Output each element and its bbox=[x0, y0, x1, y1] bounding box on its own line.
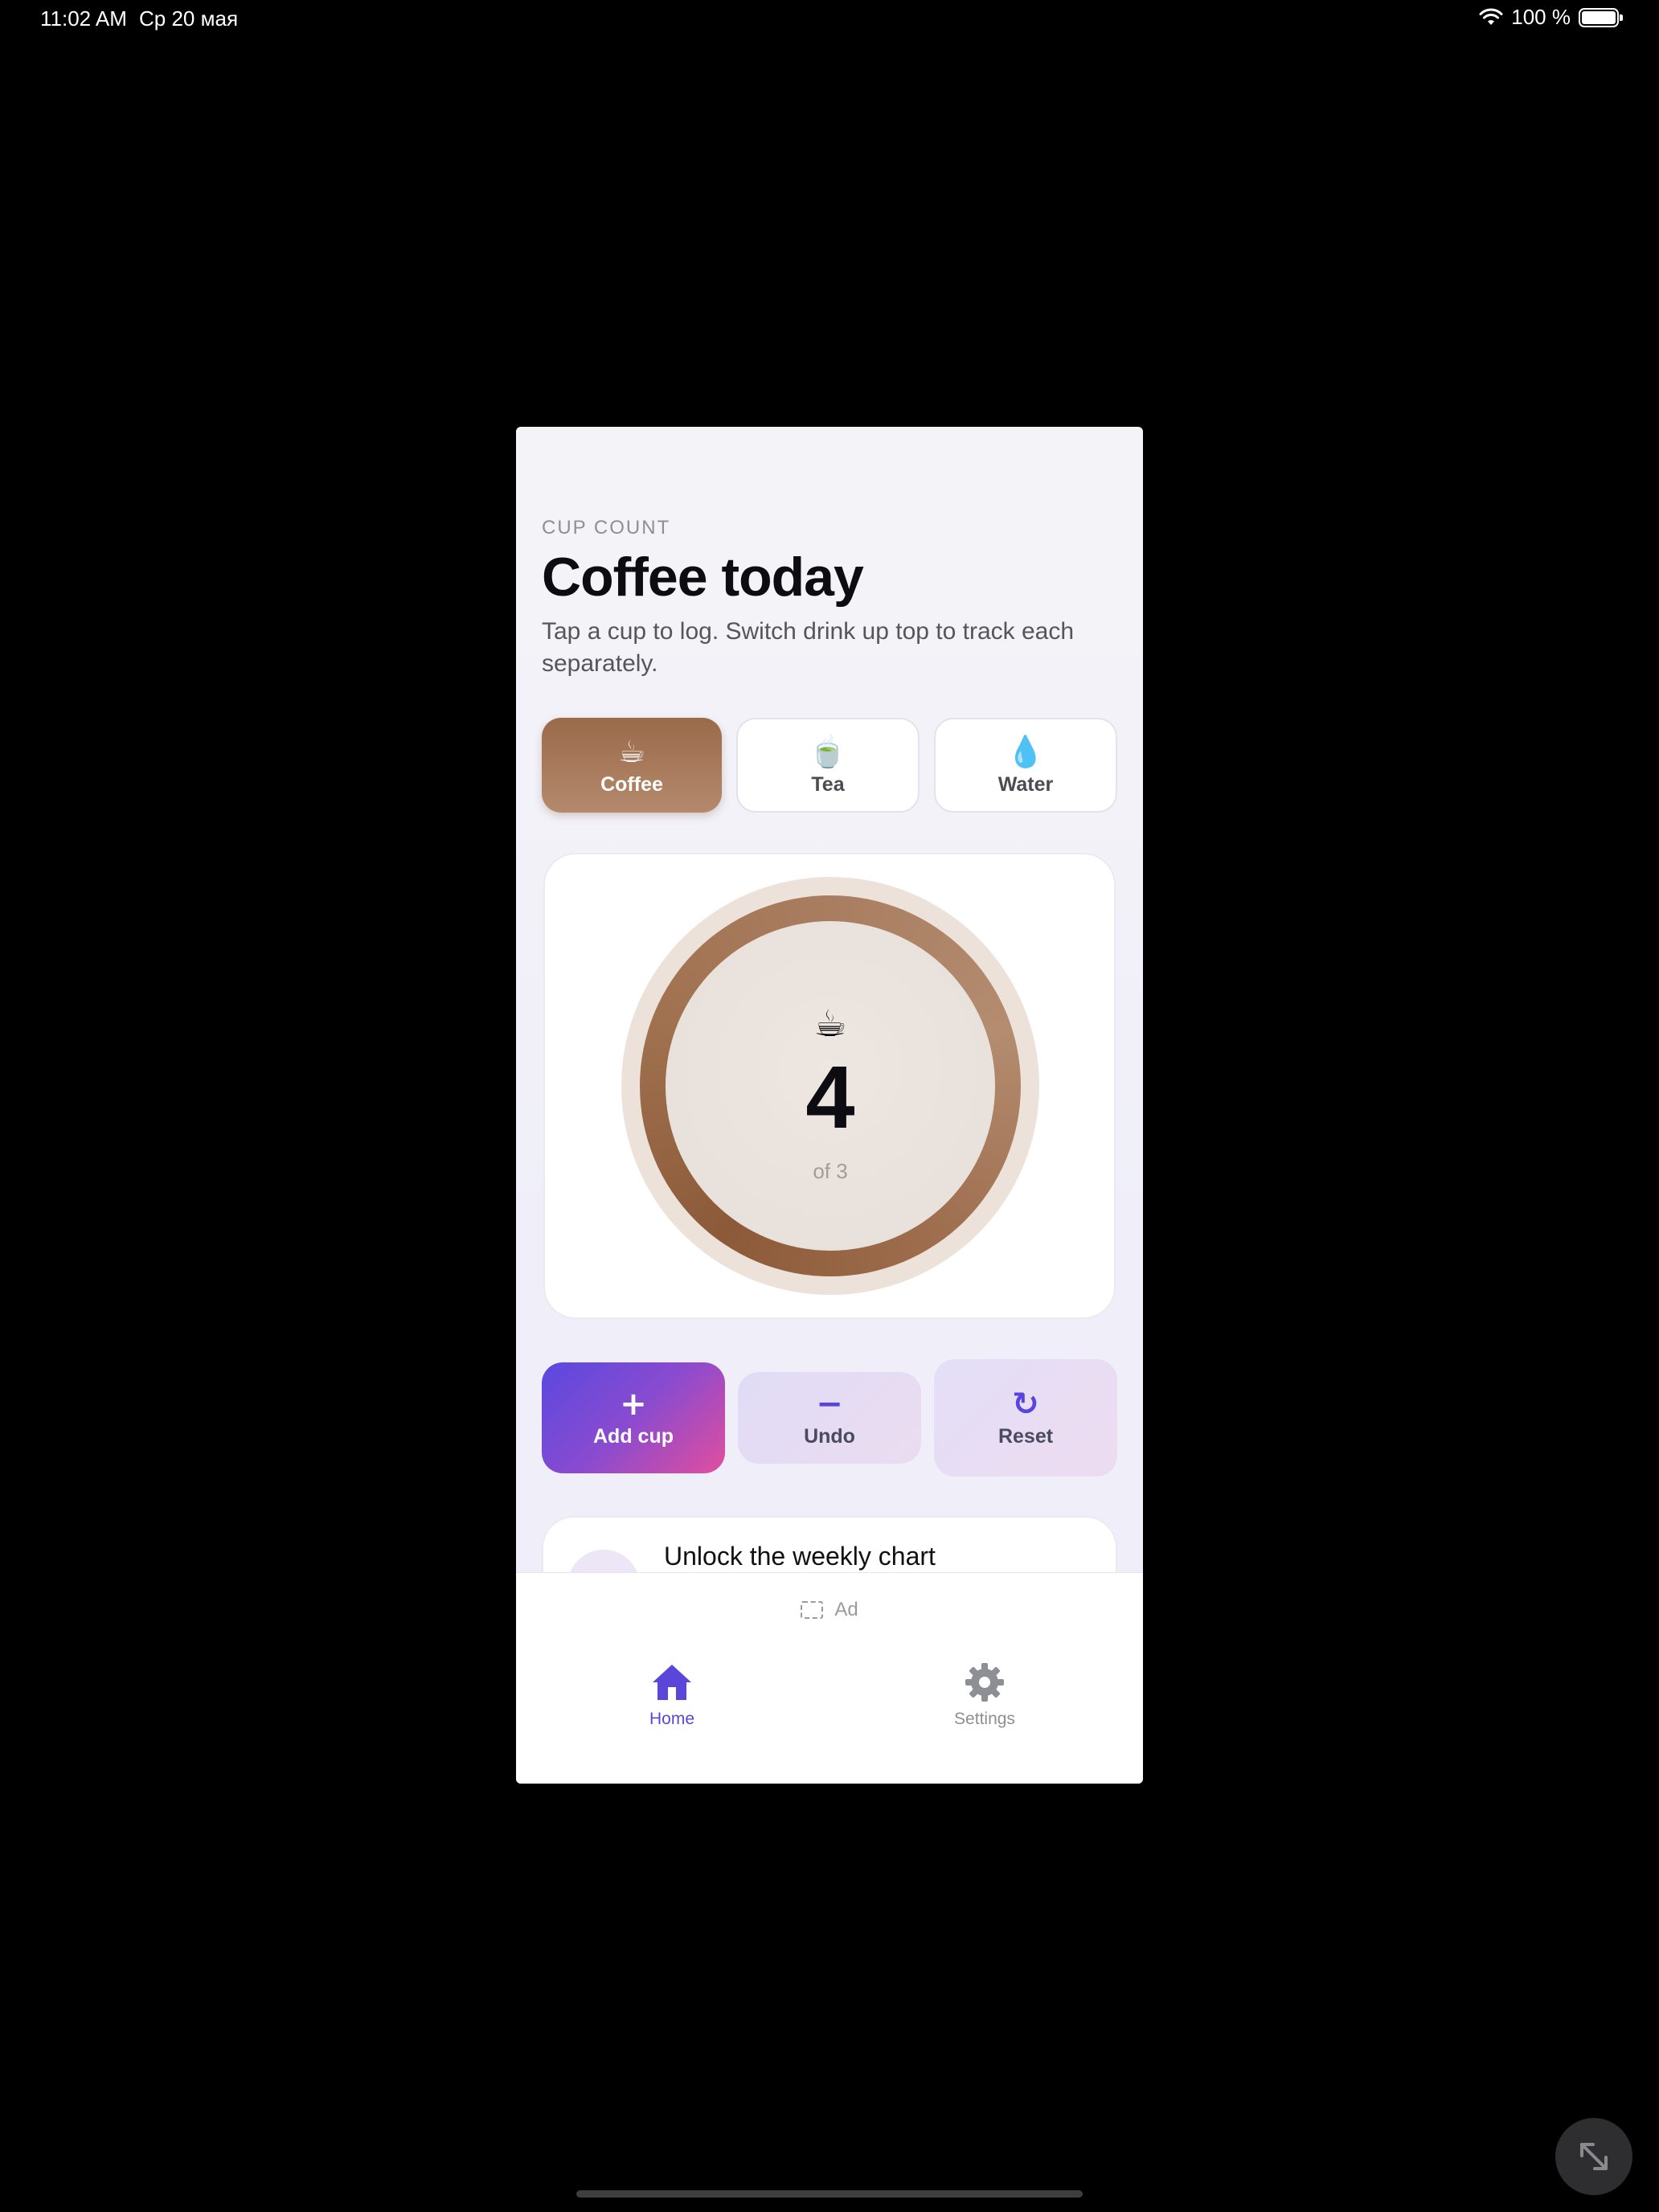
reset-arrow-icon: ↻ bbox=[1012, 1385, 1039, 1423]
counter-card: ☕ 4 of 3 bbox=[543, 853, 1116, 1319]
drink-tab-tea[interactable]: 🍵 Tea bbox=[736, 718, 920, 813]
home-scroll-area[interactable]: CUP COUNT Coffee today Tap a cup to log.… bbox=[516, 427, 1143, 1572]
ad-banner[interactable]: Ad bbox=[516, 1599, 1143, 1621]
drink-tab-coffee[interactable]: ☕ Coffee bbox=[542, 718, 722, 813]
cup-goal-text: of 3 bbox=[813, 1159, 848, 1183]
cup-count-value: 4 bbox=[805, 1048, 855, 1147]
status-right: 100 % bbox=[1479, 5, 1623, 30]
drink-tab-label: Water bbox=[997, 772, 1054, 796]
plus-icon: + bbox=[620, 1385, 647, 1423]
progress-ring-fill: ☕ 4 of 3 bbox=[640, 895, 1021, 1276]
ad-placeholder-icon bbox=[801, 1601, 824, 1619]
drink-selector: ☕ Coffee 🍵 Tea 💧 Water bbox=[542, 718, 1117, 813]
drink-tab-label: Tea bbox=[811, 772, 845, 796]
wifi-icon bbox=[1479, 8, 1503, 25]
tab-settings[interactable]: Settings bbox=[920, 1660, 1049, 1729]
minus-icon: − bbox=[816, 1385, 843, 1423]
status-bar: 11:02 AM Ср 20 мая 100 % bbox=[0, 0, 1659, 40]
ad-label: Ad bbox=[834, 1599, 858, 1620]
page-subtitle: Tap a cup to log. Switch drink up top to… bbox=[542, 618, 1075, 677]
home-icon bbox=[653, 1665, 691, 1700]
coffee-cup-icon: ☕ bbox=[813, 1002, 847, 1045]
tab-settings-label: Settings bbox=[954, 1710, 1015, 1728]
drink-tab-water[interactable]: 💧 Water bbox=[934, 718, 1117, 813]
status-time: 11:02 AM bbox=[40, 6, 127, 31]
coffee-cup-icon: ☕ bbox=[617, 733, 646, 769]
promo-title: Unlock the weekly chart bbox=[664, 1542, 936, 1571]
promo-icon bbox=[567, 1550, 640, 1572]
progress-ring[interactable]: ☕ 4 of 3 bbox=[621, 877, 1039, 1295]
eyebrow-label: CUP COUNT bbox=[542, 517, 671, 539]
undo-button[interactable]: − Undo bbox=[738, 1372, 921, 1464]
bottom-bar: Ad Home Settings bbox=[516, 1572, 1143, 1784]
reset-button[interactable]: ↻ Reset bbox=[934, 1359, 1117, 1477]
weekly-chart-promo[interactable]: Unlock the weekly chart bbox=[542, 1516, 1117, 1572]
drink-tab-label: Coffee bbox=[600, 772, 663, 796]
app-window: CUP COUNT Coffee today Tap a cup to log.… bbox=[516, 427, 1143, 1784]
tea-cup-icon: 🍵 bbox=[809, 733, 847, 769]
reset-label: Reset bbox=[997, 1424, 1054, 1448]
status-date: Ср 20 мая bbox=[139, 6, 239, 31]
home-indicator[interactable] bbox=[576, 2190, 1083, 2198]
action-buttons: + Add cup − Undo ↻ Reset bbox=[542, 1359, 1117, 1480]
gear-icon bbox=[965, 1663, 1004, 1702]
water-drop-icon: 💧 bbox=[1006, 733, 1045, 769]
page-title: Coffee today bbox=[542, 547, 864, 608]
tab-home-label: Home bbox=[649, 1710, 695, 1728]
add-cup-label: Add cup bbox=[593, 1424, 674, 1448]
progress-ring-center: ☕ 4 of 3 bbox=[666, 921, 995, 1251]
tab-home[interactable]: Home bbox=[608, 1660, 736, 1729]
battery-icon bbox=[1579, 7, 1623, 27]
undo-label: Undo bbox=[804, 1424, 855, 1448]
tab-bar: Home Settings bbox=[516, 1660, 1143, 1748]
expand-window-button[interactable] bbox=[1555, 2118, 1632, 2195]
add-cup-button[interactable]: + Add cup bbox=[542, 1362, 725, 1473]
expand-arrows-icon bbox=[1580, 2143, 1608, 2170]
battery-percent: 100 % bbox=[1511, 5, 1571, 29]
